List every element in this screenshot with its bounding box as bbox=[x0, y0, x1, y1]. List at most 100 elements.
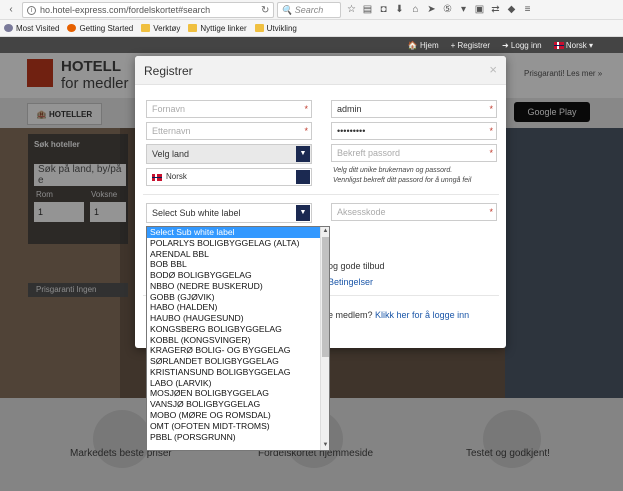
divider bbox=[143, 194, 499, 195]
offers-text: og gode tilbud bbox=[328, 261, 385, 271]
dropdown-option[interactable]: GOBB (GJØVIK) bbox=[147, 292, 329, 303]
password-help-line1: Velg ditt unike brukernavn og passord. bbox=[333, 167, 453, 174]
password-help-line2: Vennligst bekreft ditt passord for å unn… bbox=[333, 177, 472, 184]
firstname-field[interactable]: Fornavn * bbox=[146, 100, 312, 118]
site-topbar: 🏠 Hjem + Registrer ➜ Logg inn Norsk ▾ bbox=[0, 37, 623, 53]
required-mark: * bbox=[489, 207, 493, 217]
bookmark-label: Getting Started bbox=[79, 23, 134, 33]
bookmark-label: Most Visited bbox=[16, 23, 60, 33]
terms-link[interactable]: Betingelser bbox=[328, 277, 373, 287]
url-bar[interactable]: i ho.hotel-express.com/fordelskortet#sea… bbox=[22, 2, 274, 18]
modal-header: Registrer × bbox=[135, 56, 506, 85]
dropdown-option[interactable]: POLARLYS BOLIGBYGGELAG (ALTA) bbox=[147, 238, 329, 249]
dropdown-option[interactable]: SØRLANDET BOLIGBYGGELAG bbox=[147, 356, 329, 367]
browser-search-input[interactable]: 🔍 Search bbox=[277, 2, 341, 18]
dropdown-option[interactable]: KRISTIANSUND BOLIGBYGGELAG bbox=[147, 367, 329, 378]
bookmark-label: Utvikling bbox=[266, 23, 297, 33]
language-value: Norsk bbox=[166, 172, 187, 181]
dropdown-option[interactable]: BODØ BOLIGBYGGELAG bbox=[147, 270, 329, 281]
bookmark-label: Verktøy bbox=[153, 23, 181, 33]
bookmark-verktoy[interactable]: Verktøy bbox=[141, 24, 180, 33]
bookmark-nyttige-linker[interactable]: Nyttige linker bbox=[188, 23, 247, 33]
dropdown-option[interactable]: VANSJØ BOLIGBYGGELAG bbox=[147, 399, 329, 410]
member-text: e medlem? Klikk her for å logge inn bbox=[328, 310, 469, 320]
country-select[interactable]: Velg land ▼ bbox=[146, 144, 312, 164]
bookmark-most-visited[interactable]: Most Visited bbox=[4, 24, 59, 33]
dropdown-scrollbar[interactable]: ▲ ▼ bbox=[320, 227, 329, 450]
close-icon[interactable]: × bbox=[489, 62, 497, 77]
pocket-icon[interactable]: ◘ bbox=[378, 3, 389, 16]
home-icon[interactable]: ⌂ bbox=[410, 3, 421, 16]
dropdown-option[interactable]: PBBL (PORSGRUNN) bbox=[147, 432, 329, 443]
send-icon[interactable]: ➤ bbox=[426, 3, 437, 16]
url-text: ho.hotel-express.com/fordelskortet#searc… bbox=[40, 5, 211, 15]
scroll-down-icon[interactable]: ▼ bbox=[321, 441, 329, 450]
confirm-placeholder: Bekreft passord bbox=[337, 148, 401, 158]
dropdown-options: Select Sub white label POLARLYS BOLIGBYGG… bbox=[147, 227, 329, 442]
dropdown-option[interactable]: Select Sub white label bbox=[147, 227, 329, 238]
lastname-field[interactable]: Etternavn * bbox=[146, 122, 312, 140]
language-selector[interactable]: Norsk ▾ bbox=[553, 40, 593, 50]
access-code-field[interactable]: Aksesskode * bbox=[331, 203, 497, 221]
info-icon[interactable]: i bbox=[27, 5, 36, 15]
norway-flag-icon bbox=[553, 41, 564, 49]
language-select[interactable]: Norsk bbox=[146, 168, 312, 186]
bookmark-label: Nyttige linker bbox=[200, 23, 247, 33]
back-icon[interactable]: ‹ bbox=[4, 3, 18, 17]
country-select-label: Velg land bbox=[152, 149, 190, 159]
sub-label-dropdown-list[interactable]: Select Sub white label POLARLYS BOLIGBYGG… bbox=[146, 226, 330, 451]
search-placeholder: Search bbox=[294, 5, 324, 15]
bookmark-getting-started[interactable]: Getting Started bbox=[67, 24, 133, 33]
password-field[interactable]: ••••••••• * bbox=[331, 122, 497, 140]
dropdown-option[interactable]: KOBBL (KONGSVINGER) bbox=[147, 335, 329, 346]
sub-label-select[interactable]: Select Sub white label ▼ bbox=[146, 203, 312, 223]
language-label: Norsk bbox=[565, 40, 587, 50]
gear-icon bbox=[4, 24, 13, 32]
folder-icon bbox=[188, 24, 198, 32]
login-here-link[interactable]: Klikk her for å logge inn bbox=[375, 310, 469, 320]
dropdown-option[interactable]: KONGSBERG BOLIGBYGGELAG bbox=[147, 324, 329, 335]
language-select-arrow bbox=[296, 170, 310, 184]
scroll-up-icon[interactable]: ▲ bbox=[321, 227, 329, 236]
dropdown-option[interactable]: OMT (OFOTEN MIDT-TROMS) bbox=[147, 421, 329, 432]
addon-icon[interactable]: ⑤ bbox=[442, 3, 453, 16]
dropdown-option[interactable]: HAUBO (HAUGESUND) bbox=[147, 313, 329, 324]
login-link[interactable]: ➜ Logg inn bbox=[502, 41, 542, 50]
bookmark-utvikling[interactable]: Utvikling bbox=[254, 23, 297, 33]
dropdown-option[interactable]: NBBO (NEDRE BUSKERUD) bbox=[147, 281, 329, 292]
star-icon[interactable]: ☆ bbox=[346, 3, 357, 16]
badge-icon[interactable]: ▣ bbox=[474, 3, 485, 16]
dropdown-option[interactable]: BOB BBL bbox=[147, 259, 329, 270]
required-mark: * bbox=[304, 126, 308, 136]
username-field[interactable]: admin * bbox=[331, 100, 497, 118]
home-link-label: Hjem bbox=[419, 40, 439, 50]
folder-icon bbox=[141, 24, 151, 32]
hamburger-menu-icon[interactable]: ≡ bbox=[522, 3, 533, 16]
required-mark: * bbox=[489, 104, 493, 114]
extension-icon[interactable]: ◆ bbox=[506, 3, 517, 16]
scrollbar-thumb[interactable] bbox=[322, 237, 329, 357]
firefox-icon bbox=[67, 24, 77, 32]
menu-arrow-icon[interactable]: ▾ bbox=[458, 3, 469, 16]
download-icon[interactable]: ⬇ bbox=[394, 3, 405, 16]
dropdown-option[interactable]: MOSJØEN BOLIGBYGGELAG bbox=[147, 388, 329, 399]
reload-icon[interactable]: ↻ bbox=[261, 5, 273, 16]
lastname-placeholder: Etternavn bbox=[152, 126, 191, 136]
dropdown-option[interactable]: LABO (LARVIK) bbox=[147, 378, 329, 389]
chevron-down-icon: ▼ bbox=[296, 205, 310, 221]
login-link-label: Logg inn bbox=[510, 40, 542, 50]
sync-icon[interactable]: ⇄ bbox=[490, 3, 501, 16]
reader-icon[interactable]: ▤ bbox=[362, 3, 373, 16]
dropdown-option[interactable]: ARENDAL BBL bbox=[147, 249, 329, 260]
home-link[interactable]: 🏠 Hjem bbox=[408, 41, 439, 50]
chevron-down-icon: ▼ bbox=[296, 146, 310, 162]
dropdown-option[interactable]: HABO (HALDEN) bbox=[147, 302, 329, 313]
register-link[interactable]: + Registrer bbox=[451, 41, 490, 50]
dropdown-option[interactable]: KRAGERØ BOLIG- OG BYGGELAG bbox=[147, 345, 329, 356]
folder-icon bbox=[254, 24, 264, 32]
toolbar-icons: ☆ ▤ ◘ ⬇ ⌂ ➤ ⑤ ▾ ▣ ⇄ ◆ ≡ bbox=[346, 3, 533, 16]
norway-flag-icon bbox=[152, 173, 162, 181]
confirm-password-field[interactable]: Bekreft passord * bbox=[331, 144, 497, 162]
firstname-placeholder: Fornavn bbox=[152, 104, 186, 114]
dropdown-option[interactable]: MOBO (MØRE OG ROMSDAL) bbox=[147, 410, 329, 421]
